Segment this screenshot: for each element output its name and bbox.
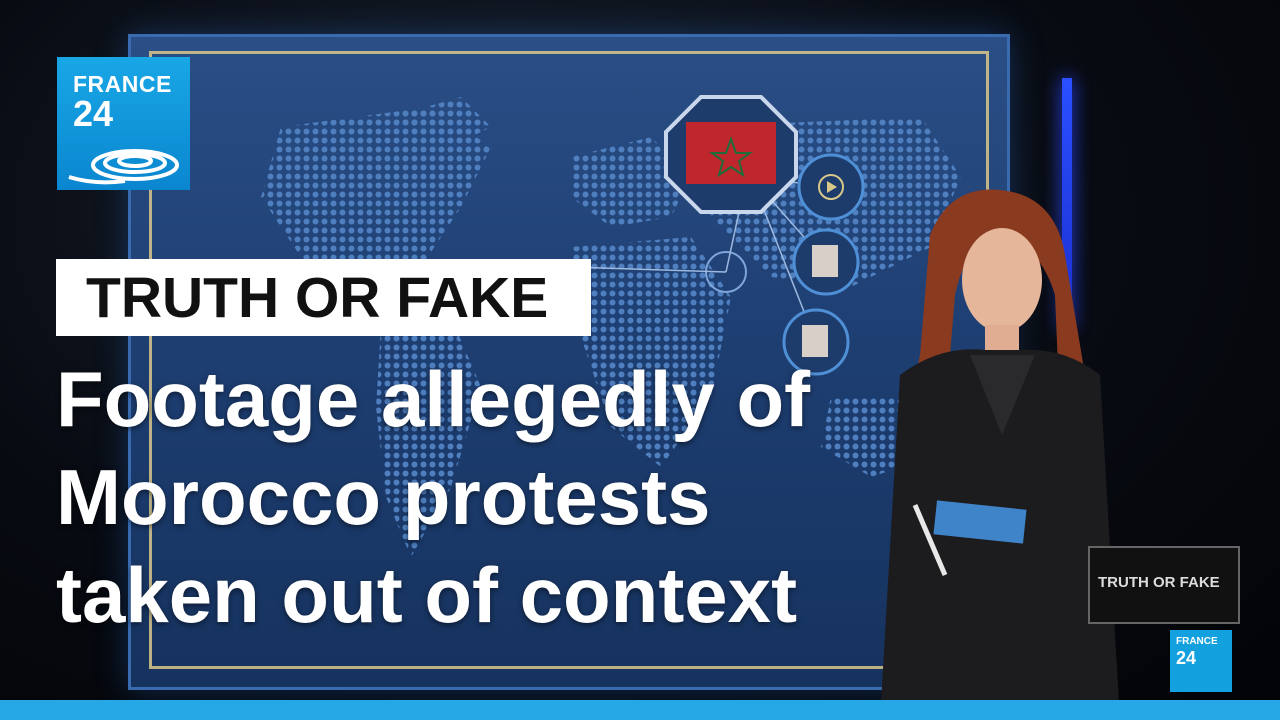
headline: Footage allegedly of Morocco protests ta… <box>56 350 1016 644</box>
program-banner: TRUTH OR FAKE <box>56 259 591 336</box>
bottom-accent-bar <box>0 700 1280 720</box>
studio-monitor: TRUTH OR FAKE <box>1088 546 1240 624</box>
logo-waves-icon <box>68 149 179 185</box>
background-france24-logo: FRANCE 24 <box>1170 630 1232 692</box>
mini-logo-line1: FRANCE <box>1176 636 1218 647</box>
headline-line-1: Footage allegedly of <box>56 355 811 443</box>
logo-line2: 24 <box>73 93 114 134</box>
program-label: TRUTH OR FAKE <box>86 266 549 330</box>
video-frame: TRUTH OR FAKE FRANCE 24 FRANCE 24 TRUTH … <box>0 0 1280 720</box>
monitor-text: TRUTH OR FAKE <box>1098 574 1220 591</box>
headline-line-3: taken out of context <box>56 551 798 639</box>
headline-line-2: Morocco protests <box>56 453 711 541</box>
mini-logo-line2: 24 <box>1176 648 1197 668</box>
france24-logo: FRANCE 24 <box>57 57 190 190</box>
